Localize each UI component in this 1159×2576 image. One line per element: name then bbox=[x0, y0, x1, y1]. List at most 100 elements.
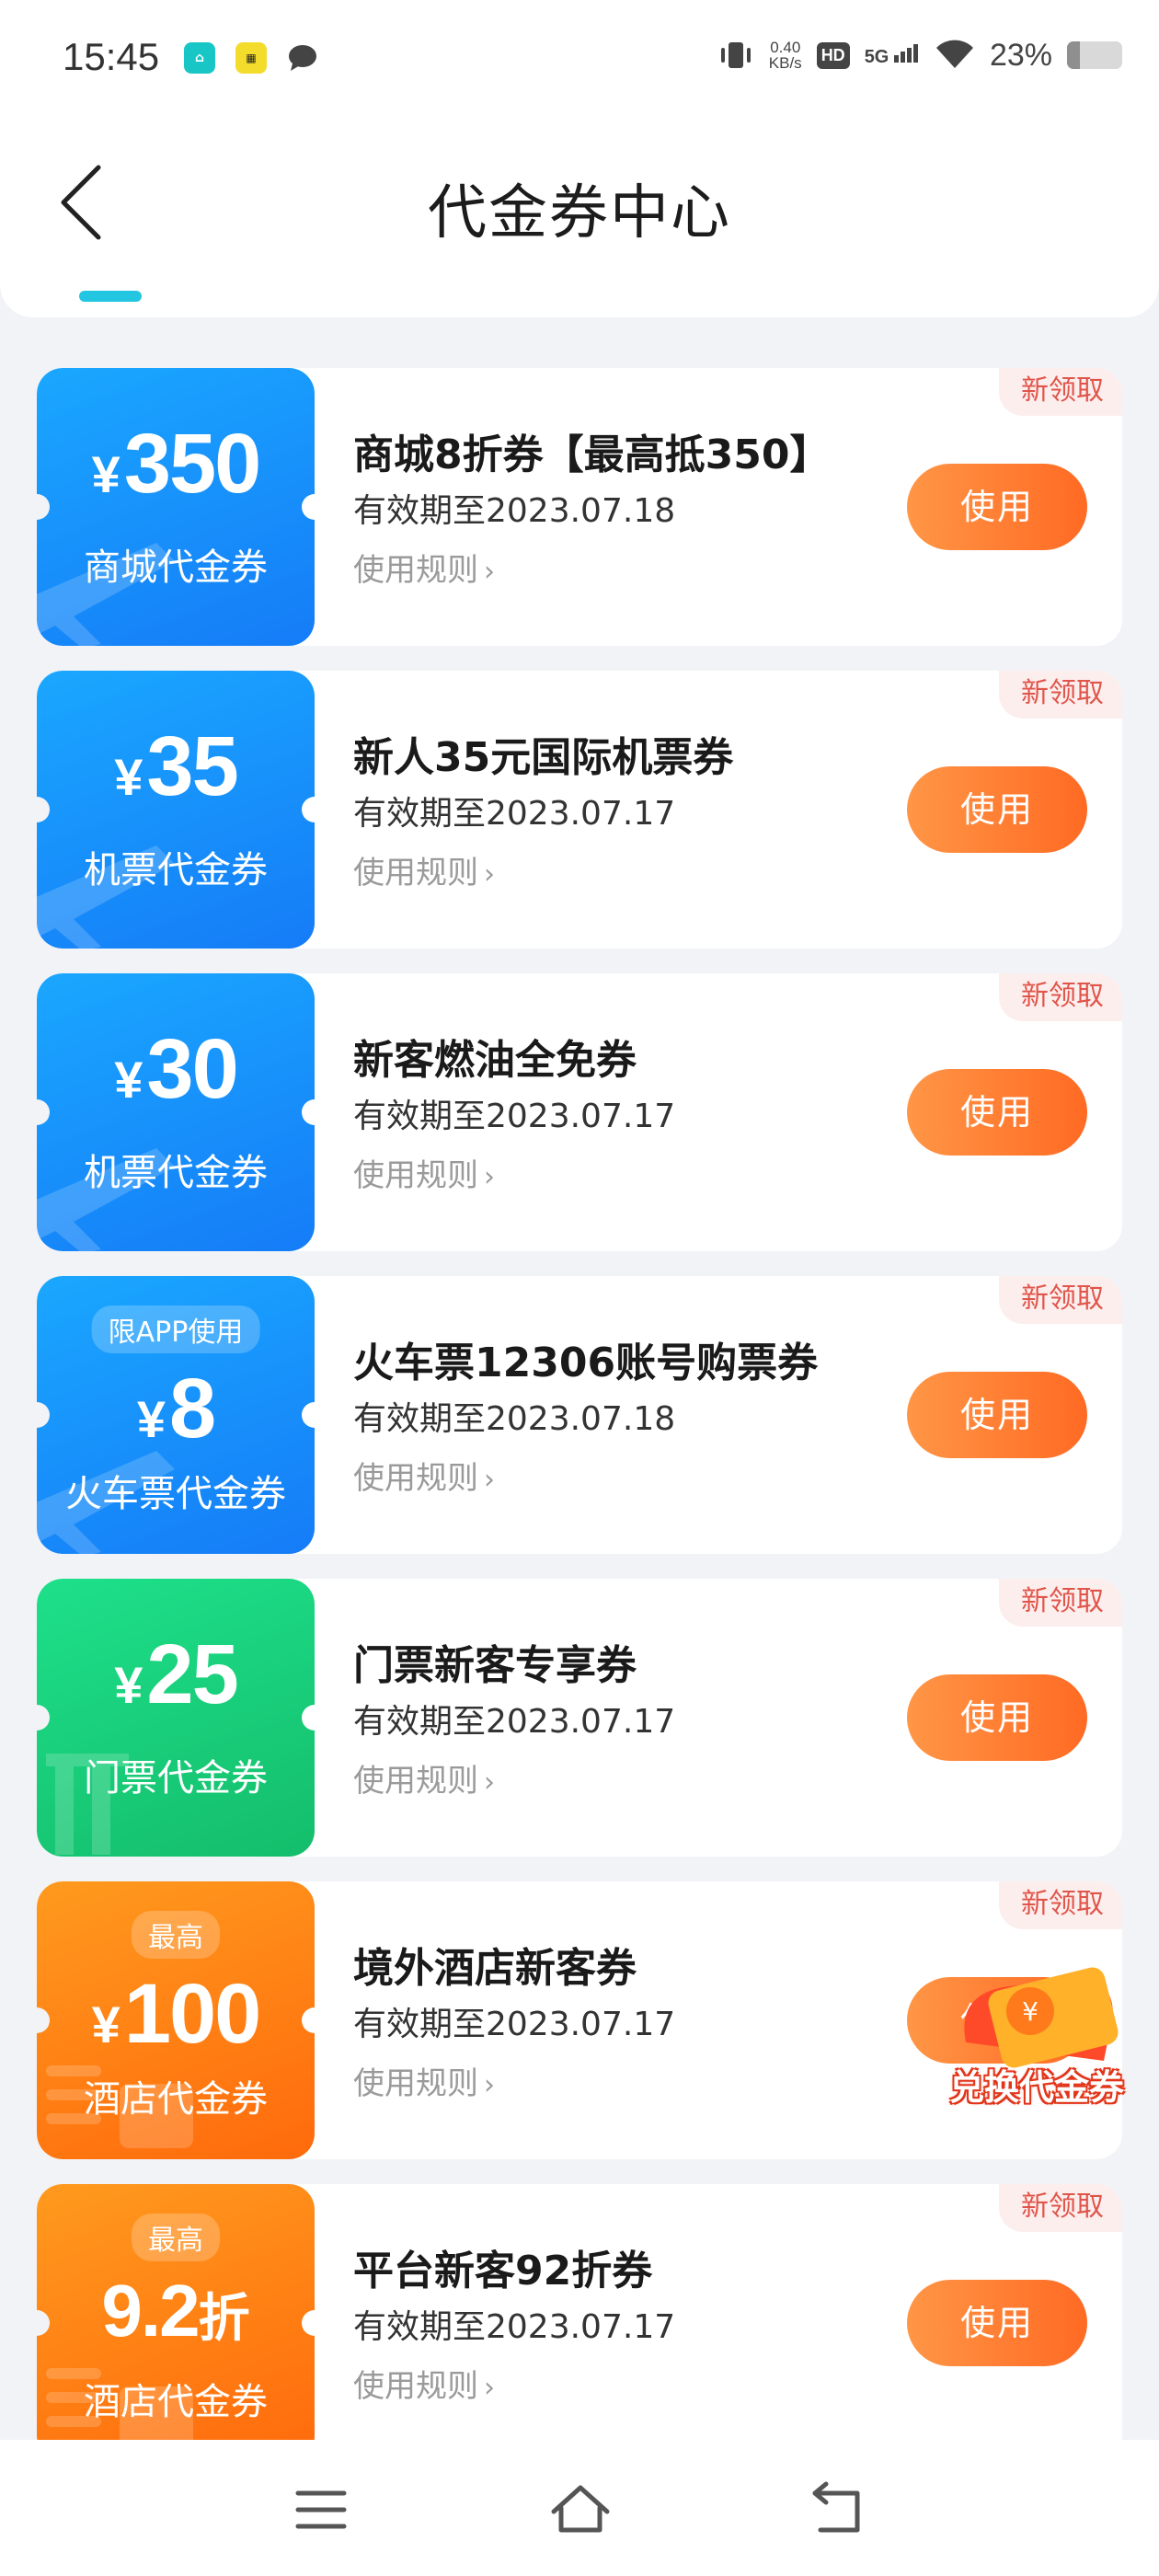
coupon-validity: 有效期至2023.07.18 bbox=[353, 492, 676, 530]
coupon-amount: 8 bbox=[168, 1362, 216, 1455]
usage-rules-label: 使用规则 bbox=[353, 2065, 478, 2102]
use-button[interactable]: 使用 bbox=[907, 1674, 1087, 1761]
battery-percent: 23% bbox=[989, 37, 1052, 73]
coupon-card[interactable]: ¥35 机票代金券 新人35元国际机票券 有效期至2023.07.17 使用规则 › 使用 新… bbox=[37, 671, 1122, 949]
battery-icon bbox=[1067, 41, 1122, 69]
chevron-right-icon: › bbox=[484, 556, 495, 588]
coupon-amount-group: ¥100 bbox=[37, 1966, 315, 2063]
new-received-badge: 新领取 bbox=[999, 1881, 1122, 1929]
hd-badge: HD bbox=[816, 41, 850, 69]
usage-rules-link[interactable]: 使用规则 › bbox=[353, 545, 495, 590]
home-app-icon: ⌂ bbox=[184, 42, 215, 74]
yen-symbol: ¥ bbox=[136, 1390, 166, 1448]
coupon-type: 门票代金券 bbox=[84, 1757, 268, 1800]
usage-rules-label: 使用规则 bbox=[353, 855, 478, 891]
notification-icons: ⌂ ▦ bbox=[184, 42, 318, 74]
coupon-card[interactable]: 限APP使用 ¥8 火车票代金券 火车票12306账号购票券有效期至2023.07.1… bbox=[37, 1276, 1122, 1554]
coupon-amount: 350 bbox=[123, 417, 261, 511]
coupon-top-tag: 最高 bbox=[132, 1911, 220, 1959]
use-button[interactable]: 使用 bbox=[907, 1372, 1087, 1458]
coupon-card[interactable]: ¥350 商城代金券 商城8折券【最高抵350】有效期至2023.07.18 使用规则… bbox=[37, 368, 1122, 646]
coupon-amount: 35 bbox=[146, 719, 238, 813]
status-right: 0.40 KB/s HD 5G 23% bbox=[717, 37, 1122, 74]
usage-rules-link[interactable]: 使用规则 › bbox=[353, 1755, 495, 1800]
use-button[interactable]: 使用 bbox=[907, 1069, 1087, 1156]
usage-rules-label: 使用规则 bbox=[353, 2368, 478, 2405]
coupon-amount: 100 bbox=[123, 1967, 261, 2061]
usage-rules-link[interactable]: 使用规则 › bbox=[353, 2058, 495, 2103]
coupon-validity: 有效期至2023.07.17 bbox=[353, 795, 676, 833]
exchange-coupon-label: 兑换代金券 bbox=[948, 2067, 1124, 2108]
coupon-amount: 30 bbox=[146, 1022, 238, 1116]
signal-icon bbox=[893, 44, 918, 63]
chevron-right-icon: › bbox=[484, 1464, 495, 1496]
coupon-title: 火车票12306账号购票券 bbox=[353, 1340, 819, 1386]
coupon-amount-group: ¥35 bbox=[37, 719, 315, 815]
back-nav-button[interactable] bbox=[806, 2480, 870, 2539]
chevron-right-icon: › bbox=[484, 2372, 495, 2404]
vibrate-icon bbox=[717, 37, 754, 74]
new-received-badge: 新领取 bbox=[999, 1276, 1122, 1324]
menu-button[interactable] bbox=[289, 2480, 353, 2539]
coupon-card[interactable]: ¥30 机票代金券 新客燃油全免券有效期至2023.07.17 使用规则 › 使用 新领取 bbox=[37, 973, 1122, 1251]
system-nav-bar bbox=[0, 2440, 1159, 2576]
message-icon bbox=[287, 42, 318, 74]
coupon-amount-group: ¥30 bbox=[37, 1021, 315, 1118]
coupon-title: 平台新客92折券 bbox=[353, 2248, 653, 2294]
use-button[interactable]: 使用 bbox=[907, 766, 1087, 853]
coupon-value-panel: 限APP使用 ¥8 火车票代金券 bbox=[37, 1276, 315, 1554]
usage-rules-link[interactable]: 使用规则 › bbox=[353, 2361, 495, 2406]
coupon-amount-group: ¥350 bbox=[37, 416, 315, 512]
coupon-value-panel: ¥35 机票代金券 bbox=[37, 671, 315, 949]
coupon-amount: 9.2 bbox=[101, 2270, 200, 2352]
usage-rules-link[interactable]: 使用规则 › bbox=[353, 1150, 495, 1195]
signal-5g: 5G bbox=[865, 42, 920, 68]
use-button[interactable]: 使用 bbox=[907, 2280, 1087, 2366]
coupon-type: 商城代金券 bbox=[84, 546, 268, 589]
coupon-type: 酒店代金券 bbox=[84, 2078, 268, 2121]
new-received-badge: 新领取 bbox=[999, 671, 1122, 719]
new-received-badge: 新领取 bbox=[999, 368, 1122, 416]
coupon-validity: 有效期至2023.07.17 bbox=[353, 1098, 676, 1135]
tab-indicator bbox=[79, 291, 142, 302]
coupon-top-tag: 限APP使用 bbox=[91, 1305, 260, 1353]
status-time: 15:45 bbox=[63, 35, 160, 78]
coupon-validity: 有效期至2023.07.18 bbox=[353, 1400, 676, 1438]
new-received-badge: 新领取 bbox=[999, 973, 1122, 1021]
coupon-amount-group: 9.2 折 bbox=[37, 2269, 315, 2353]
coupon-top-tag: 最高 bbox=[132, 2214, 220, 2261]
coupon-amount-group: ¥25 bbox=[37, 1627, 315, 1723]
coupon-title: 境外酒店新客券 bbox=[353, 1945, 637, 1992]
coupon-title: 新客燃油全免券 bbox=[353, 1037, 637, 1084]
usage-rules-link[interactable]: 使用规则 › bbox=[353, 847, 495, 892]
network-type: 5G bbox=[864, 47, 889, 67]
yellow-app-icon: ▦ bbox=[235, 42, 267, 74]
network-speed-value: 0.40 bbox=[770, 39, 801, 56]
wifi-icon bbox=[935, 37, 975, 74]
use-button[interactable]: 使用 bbox=[907, 464, 1087, 550]
usage-rules-label: 使用规则 bbox=[353, 1460, 478, 1497]
coupon-type: 火车票代金券 bbox=[65, 1473, 286, 1515]
page-title: 代金券中心 bbox=[428, 179, 731, 247]
coupon-validity: 有效期至2023.07.17 bbox=[353, 1703, 676, 1741]
page-header: 代金券中心 bbox=[0, 120, 1159, 317]
back-icon bbox=[812, 2481, 860, 2533]
coupon-type: 酒店代金券 bbox=[84, 2381, 268, 2423]
usage-rules-label: 使用规则 bbox=[353, 1157, 478, 1194]
home-button[interactable] bbox=[548, 2480, 613, 2539]
coupon-title: 商城8折券【最高抵350】 bbox=[353, 431, 831, 478]
coupon-discount-unit: 折 bbox=[198, 2289, 250, 2349]
coupon-validity: 有效期至2023.07.17 bbox=[353, 2308, 676, 2346]
exchange-coupon-badge[interactable]: ¥ 兑换代金券 bbox=[938, 1960, 1131, 2116]
chevron-right-icon: › bbox=[484, 2069, 495, 2101]
coupon-card[interactable]: 最高 9.2 折酒店代金券 平台新客92折券 有效期至2023.07.17 使用规则 › 使用… bbox=[37, 2184, 1122, 2462]
chevron-right-icon: › bbox=[484, 1161, 495, 1193]
coupon-validity: 有效期至2023.07.17 bbox=[353, 2006, 676, 2043]
coupon-value-panel: ¥25 门票代金券 bbox=[37, 1579, 315, 1857]
menu-icon bbox=[295, 2490, 347, 2529]
coupon-value-panel: ¥30 机票代金券 bbox=[37, 973, 315, 1251]
yen-symbol: ¥ bbox=[114, 1656, 143, 1714]
yen-symbol: ¥ bbox=[114, 748, 143, 806]
usage-rules-link[interactable]: 使用规则 › bbox=[353, 1453, 495, 1498]
coupon-card[interactable]: ¥25 门票代金券 门票新客专享券 有效期至2023.07.17 使用规则 › 使用 新领取 bbox=[37, 1579, 1122, 1857]
